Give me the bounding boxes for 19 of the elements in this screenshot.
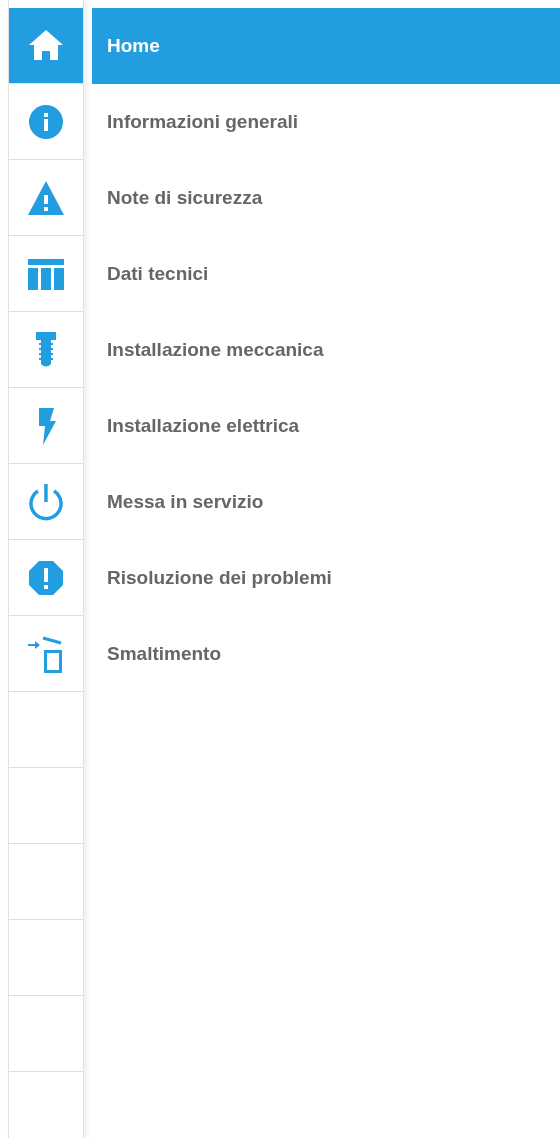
menu-item[interactable]: Dati tecnici [92, 236, 560, 312]
sidebar-icon-button[interactable] [9, 236, 83, 312]
menu-item[interactable]: Messa in servizio [92, 464, 560, 540]
sidebar-icon-button[interactable] [9, 160, 83, 236]
sidebar-icon-button[interactable] [9, 540, 83, 616]
sidebar-icon-button[interactable] [9, 616, 83, 692]
menu-item[interactable]: Informazioni generali [92, 84, 560, 160]
menu-item[interactable]: Note di sicurezza [92, 160, 560, 236]
sidebar-icon-button[interactable] [9, 464, 83, 540]
menu-item[interactable]: Smaltimento [92, 616, 560, 692]
sidebar-icon-button[interactable] [9, 312, 83, 388]
menu-item[interactable]: Home [92, 8, 560, 84]
sidebar-icon-button[interactable] [9, 84, 83, 160]
sidebar-icon-button[interactable] [9, 388, 83, 464]
menu-item[interactable]: Installazione elettrica [92, 388, 560, 464]
menu-item[interactable]: Installazione meccanica [92, 312, 560, 388]
sidebar-icon-button[interactable] [9, 8, 83, 84]
power-icon [26, 481, 66, 522]
menu-item[interactable]: Risoluzione dei problemi [92, 540, 560, 616]
